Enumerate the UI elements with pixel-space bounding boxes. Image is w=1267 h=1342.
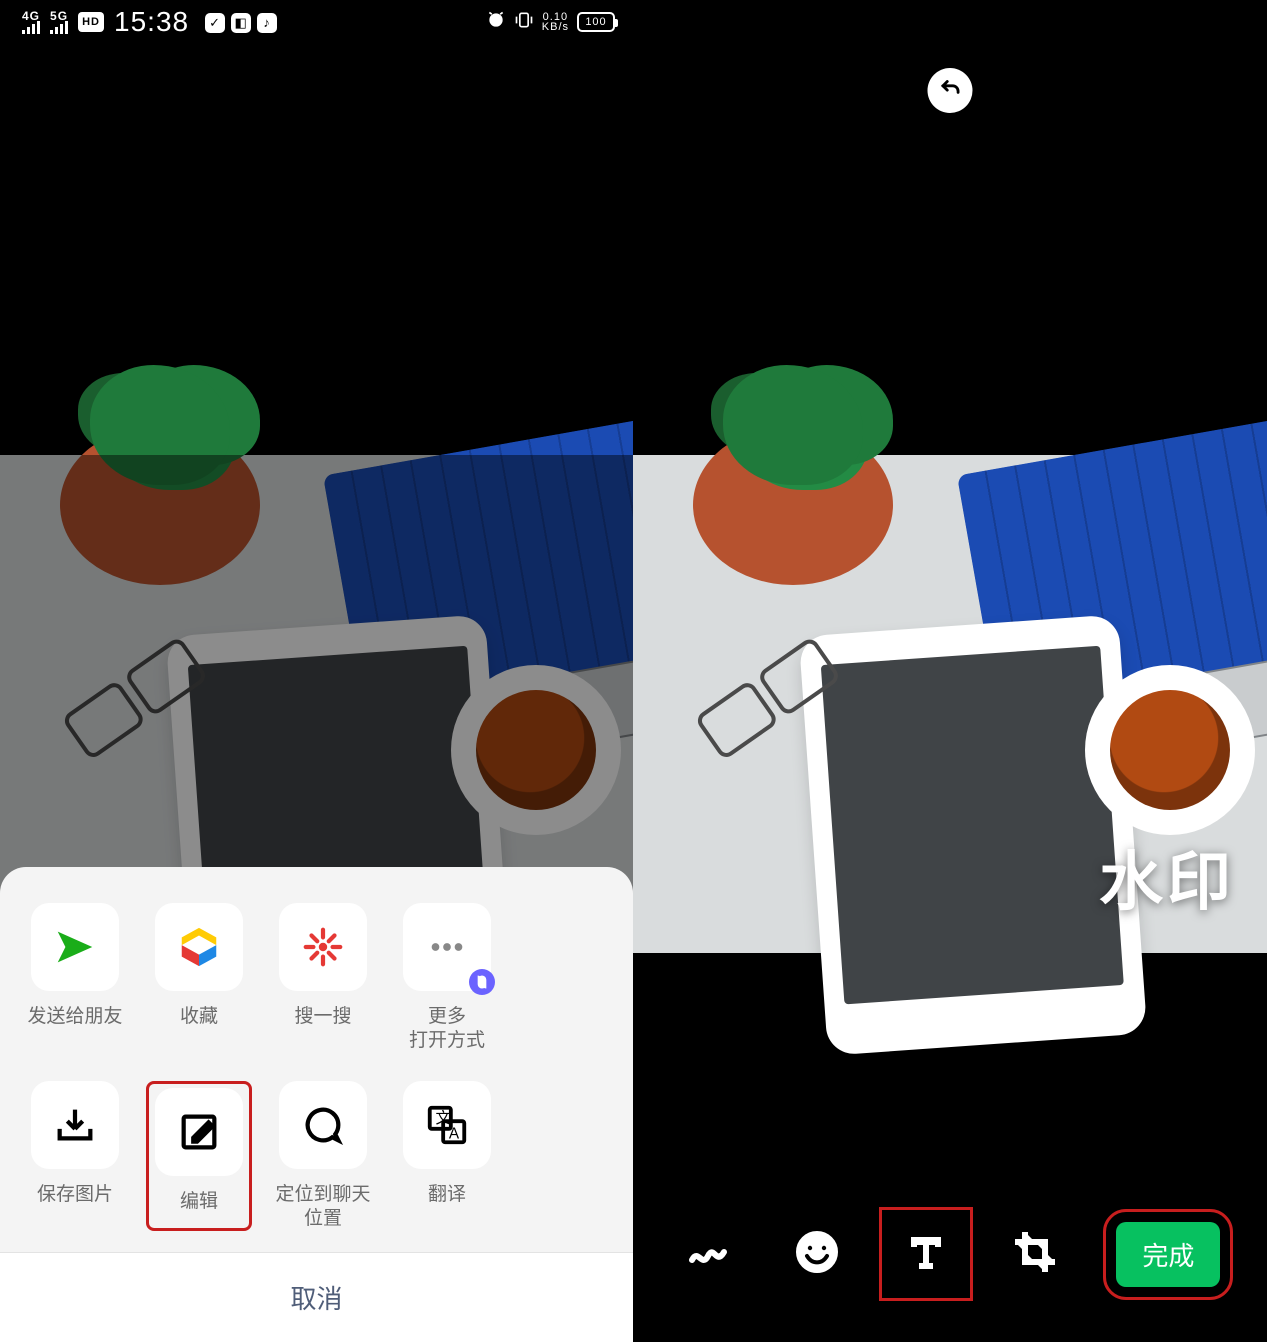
translate-button[interactable]: 文A 翻译 — [394, 1081, 500, 1231]
locate-in-chat-label: 定位到聊天 位置 — [275, 1183, 370, 1231]
share-arrow-icon — [31, 903, 119, 991]
undo-button[interactable] — [928, 68, 973, 113]
miniprogram-badge-icon — [469, 969, 495, 995]
share-to-friend-label: 发送给朋友 — [27, 1005, 122, 1029]
sticker-tool[interactable] — [789, 1226, 845, 1282]
right-phone-screen: 水印 完成 — [633, 0, 1267, 1342]
text-tool[interactable] — [898, 1226, 954, 1282]
save-image-label: 保存图片 — [37, 1183, 113, 1207]
status-app-icons: ✓◧♪ — [199, 11, 277, 33]
save-image-button[interactable]: 保存图片 — [22, 1081, 128, 1231]
cancel-button[interactable]: 取消 — [0, 1252, 633, 1342]
text-t-icon — [902, 1228, 950, 1281]
share-row-2: 保存图片 编辑 定位到聊天 位置 文A 翻译 — [16, 1081, 617, 1231]
share-row-1: 发送给朋友 收藏 搜一搜 — [16, 903, 617, 1053]
svg-text:A: A — [449, 1125, 460, 1142]
crop-icon — [1011, 1228, 1059, 1281]
status-bar: 4G 5G HD 15:38 ✓◧♪ 0.10 KB/s — [0, 0, 633, 44]
battery-icon: 100 — [577, 12, 615, 32]
more-dots-icon — [403, 903, 491, 991]
brush-tool[interactable] — [680, 1226, 736, 1282]
chat-bubble-icon — [279, 1081, 367, 1169]
smiley-icon — [793, 1228, 841, 1281]
preview-image-right[interactable]: 水印 — [633, 455, 1267, 953]
edit-square-icon — [155, 1088, 243, 1176]
favorite-label: 收藏 — [180, 1005, 218, 1029]
signal-5g-icon: 5G — [50, 11, 68, 34]
more-open-with-label: 更多 打开方式 — [409, 1005, 485, 1053]
alarm-icon — [486, 10, 506, 35]
search-button[interactable]: 搜一搜 — [270, 903, 376, 1053]
translate-label: 翻译 — [428, 1183, 466, 1207]
signal-4g-icon: 4G — [22, 11, 40, 34]
status-time: 15:38 — [114, 6, 189, 38]
network-speed: 0.10 KB/s — [542, 12, 569, 32]
vibrate-icon — [514, 10, 534, 35]
edit-button[interactable]: 编辑 — [146, 1081, 252, 1231]
done-button[interactable]: 完成 — [1116, 1222, 1220, 1287]
search-label: 搜一搜 — [294, 1005, 351, 1029]
share-sheet: 发送给朋友 收藏 搜一搜 — [0, 867, 633, 1342]
download-icon — [31, 1081, 119, 1169]
favorite-button[interactable]: 收藏 — [146, 903, 252, 1053]
cube-icon — [155, 903, 243, 991]
undo-arrow-icon — [937, 75, 963, 106]
share-to-friend-button[interactable]: 发送给朋友 — [22, 903, 128, 1053]
locate-in-chat-button[interactable]: 定位到聊天 位置 — [270, 1081, 376, 1231]
spark-icon — [279, 903, 367, 991]
scribble-icon — [684, 1228, 732, 1281]
edit-toolbar: 完成 — [633, 1204, 1267, 1304]
watermark-text[interactable]: 水印 — [1099, 831, 1235, 923]
more-open-with-button[interactable]: 更多 打开方式 — [394, 903, 500, 1053]
left-phone-screen: 4G 5G HD 15:38 ✓◧♪ 0.10 KB/s — [0, 0, 633, 1342]
hd-badge-icon: HD — [78, 12, 104, 32]
edit-label: 编辑 — [180, 1190, 218, 1214]
translate-icon: 文A — [403, 1081, 491, 1169]
crop-tool[interactable] — [1007, 1226, 1063, 1282]
